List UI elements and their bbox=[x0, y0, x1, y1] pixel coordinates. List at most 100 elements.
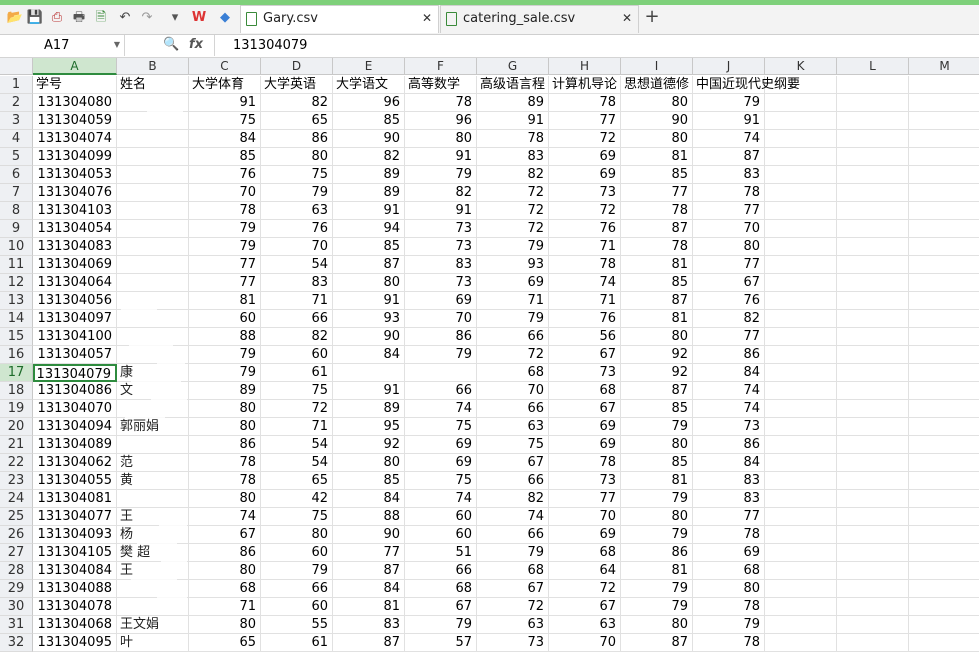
score-cell[interactable]: 60 bbox=[261, 346, 333, 364]
score-cell[interactable]: 85 bbox=[333, 112, 405, 130]
score-cell[interactable]: 84 bbox=[333, 490, 405, 508]
empty-cell[interactable] bbox=[837, 580, 909, 598]
header-cell[interactable]: 姓名 bbox=[117, 76, 189, 94]
score-cell[interactable]: 67 bbox=[549, 400, 621, 418]
score-cell[interactable]: 89 bbox=[333, 184, 405, 202]
empty-cell[interactable] bbox=[837, 130, 909, 148]
score-cell[interactable]: 69 bbox=[405, 292, 477, 310]
score-cell[interactable]: 78 bbox=[189, 202, 261, 220]
student-name-cell[interactable] bbox=[117, 346, 189, 364]
score-cell[interactable]: 80 bbox=[621, 328, 693, 346]
score-cell[interactable]: 70 bbox=[693, 220, 765, 238]
row-header-31[interactable]: 31 bbox=[0, 616, 33, 634]
empty-cell[interactable] bbox=[837, 490, 909, 508]
student-id-cell[interactable]: 131304077 bbox=[33, 508, 117, 526]
empty-cell[interactable] bbox=[909, 220, 979, 238]
empty-cell[interactable] bbox=[837, 256, 909, 274]
print-icon[interactable]: 🖶 bbox=[70, 9, 88, 27]
score-cell[interactable]: 84 bbox=[333, 346, 405, 364]
student-id-cell[interactable]: 131304070 bbox=[33, 400, 117, 418]
empty-cell[interactable] bbox=[909, 274, 979, 292]
student-id-cell[interactable]: 131304078 bbox=[33, 598, 117, 616]
score-cell[interactable]: 89 bbox=[189, 382, 261, 400]
empty-cell[interactable] bbox=[909, 544, 979, 562]
score-cell[interactable]: 75 bbox=[405, 418, 477, 436]
score-cell[interactable]: 77 bbox=[549, 112, 621, 130]
score-cell[interactable]: 69 bbox=[405, 454, 477, 472]
undo-icon[interactable]: ↶ bbox=[116, 9, 134, 27]
empty-cell[interactable] bbox=[765, 634, 837, 652]
row-header-29[interactable]: 29 bbox=[0, 580, 33, 598]
score-cell[interactable]: 80 bbox=[189, 616, 261, 634]
score-cell[interactable]: 79 bbox=[621, 526, 693, 544]
score-cell[interactable]: 79 bbox=[477, 238, 549, 256]
score-cell[interactable]: 78 bbox=[549, 454, 621, 472]
score-cell[interactable]: 66 bbox=[477, 472, 549, 490]
score-cell[interactable]: 79 bbox=[477, 310, 549, 328]
score-cell[interactable]: 84 bbox=[189, 130, 261, 148]
empty-cell[interactable] bbox=[837, 436, 909, 454]
score-cell[interactable]: 80 bbox=[405, 130, 477, 148]
score-cell[interactable]: 80 bbox=[693, 580, 765, 598]
score-cell[interactable]: 74 bbox=[549, 274, 621, 292]
student-id-cell[interactable]: 131304100 bbox=[33, 328, 117, 346]
score-cell[interactable]: 75 bbox=[189, 112, 261, 130]
score-cell[interactable]: 87 bbox=[621, 220, 693, 238]
row-header-18[interactable]: 18 bbox=[0, 382, 33, 400]
score-cell[interactable]: 73 bbox=[549, 184, 621, 202]
score-cell[interactable]: 67 bbox=[549, 346, 621, 364]
score-cell[interactable]: 92 bbox=[621, 346, 693, 364]
empty-cell[interactable] bbox=[909, 454, 979, 472]
score-cell[interactable]: 86 bbox=[189, 436, 261, 454]
empty-cell[interactable] bbox=[909, 166, 979, 184]
empty-cell[interactable] bbox=[765, 598, 837, 616]
header-cell[interactable]: 高级语言程 bbox=[477, 76, 549, 94]
score-cell[interactable]: 83 bbox=[693, 472, 765, 490]
empty-cell[interactable] bbox=[909, 292, 979, 310]
empty-cell[interactable] bbox=[909, 418, 979, 436]
score-cell[interactable]: 84 bbox=[333, 580, 405, 598]
score-cell[interactable]: 75 bbox=[261, 166, 333, 184]
score-cell[interactable]: 73 bbox=[405, 220, 477, 238]
score-cell[interactable]: 70 bbox=[549, 634, 621, 652]
score-cell[interactable]: 60 bbox=[405, 508, 477, 526]
score-cell[interactable]: 82 bbox=[261, 94, 333, 112]
student-id-cell[interactable]: 131304080 bbox=[33, 94, 117, 112]
score-cell[interactable]: 77 bbox=[693, 202, 765, 220]
row-header-17[interactable]: 17 bbox=[0, 364, 33, 382]
score-cell[interactable]: 68 bbox=[693, 562, 765, 580]
score-cell[interactable]: 73 bbox=[693, 418, 765, 436]
score-cell[interactable]: 71 bbox=[477, 292, 549, 310]
empty-cell[interactable] bbox=[909, 202, 979, 220]
column-header-d[interactable]: D bbox=[261, 58, 333, 75]
empty-cell[interactable] bbox=[765, 256, 837, 274]
empty-cell[interactable] bbox=[909, 598, 979, 616]
header-cell[interactable]: 思想道德修 bbox=[621, 76, 693, 94]
header-cell[interactable]: 大学语文 bbox=[333, 76, 405, 94]
empty-cell[interactable] bbox=[837, 598, 909, 616]
score-cell[interactable]: 79 bbox=[261, 184, 333, 202]
score-cell[interactable]: 73 bbox=[405, 238, 477, 256]
score-cell[interactable]: 60 bbox=[261, 598, 333, 616]
student-id-cell[interactable]: 131304055 bbox=[33, 472, 117, 490]
score-cell[interactable]: 67 bbox=[477, 454, 549, 472]
score-cell[interactable]: 72 bbox=[477, 184, 549, 202]
empty-cell[interactable] bbox=[765, 112, 837, 130]
score-cell[interactable]: 66 bbox=[261, 580, 333, 598]
score-cell[interactable]: 68 bbox=[549, 382, 621, 400]
score-cell[interactable]: 72 bbox=[477, 202, 549, 220]
empty-cell[interactable] bbox=[765, 346, 837, 364]
empty-cell[interactable] bbox=[909, 526, 979, 544]
empty-cell[interactable] bbox=[837, 148, 909, 166]
score-cell[interactable]: 72 bbox=[477, 220, 549, 238]
score-cell[interactable]: 81 bbox=[621, 256, 693, 274]
row-header-23[interactable]: 23 bbox=[0, 472, 33, 490]
student-id-cell[interactable]: 131304068 bbox=[33, 616, 117, 634]
score-cell[interactable]: 79 bbox=[621, 418, 693, 436]
score-cell[interactable]: 72 bbox=[261, 400, 333, 418]
score-cell[interactable]: 64 bbox=[549, 562, 621, 580]
score-cell[interactable]: 81 bbox=[333, 598, 405, 616]
score-cell[interactable]: 67 bbox=[693, 274, 765, 292]
score-cell[interactable] bbox=[405, 364, 477, 382]
empty-cell[interactable] bbox=[765, 616, 837, 634]
